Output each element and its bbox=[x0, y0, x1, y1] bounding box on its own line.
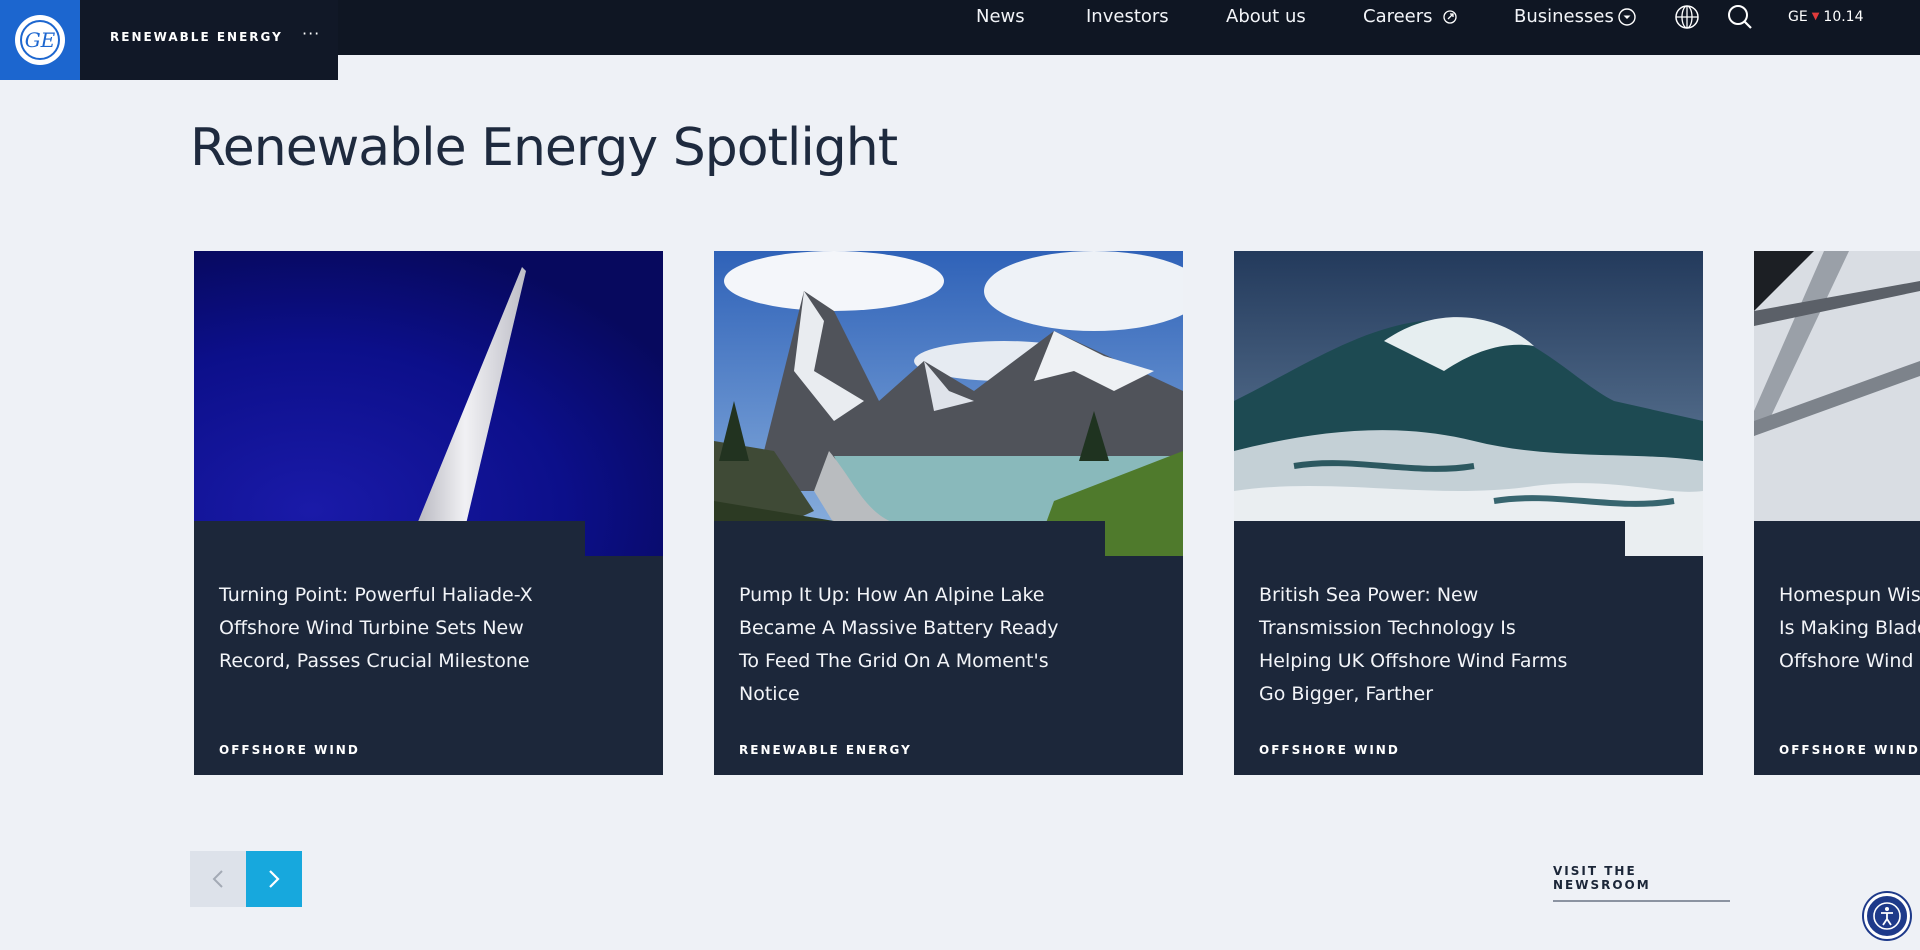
card-image-turbine bbox=[194, 251, 663, 556]
globe-icon[interactable] bbox=[1673, 3, 1701, 31]
nav-businesses-label: Businesses bbox=[1514, 6, 1614, 27]
card-title[interactable]: Pump It Up: How An Alpine Lake Became A … bbox=[739, 579, 1069, 711]
chevron-right-icon bbox=[267, 869, 281, 889]
carousel-next-button[interactable] bbox=[246, 851, 302, 907]
card-title[interactable]: Turning Point: Powerful Haliade-X Offsho… bbox=[219, 579, 549, 678]
brand-more-button[interactable]: ··· bbox=[302, 24, 320, 43]
nav-about-us[interactable]: About us bbox=[1226, 0, 1306, 33]
ticker-symbol: GE bbox=[1788, 8, 1808, 25]
article-card[interactable]: Pump It Up: How An Alpine Lake Became A … bbox=[714, 251, 1183, 775]
search-icon[interactable] bbox=[1726, 3, 1754, 31]
card-image-stormy-sea bbox=[1234, 251, 1703, 556]
article-card[interactable]: Homespun Wisdom: This Factory Is Making … bbox=[1754, 251, 1920, 775]
card-tag[interactable]: RENEWABLE ENERGY bbox=[739, 743, 912, 757]
visit-newsroom-link[interactable]: VISIT THE NEWSROOM bbox=[1553, 864, 1730, 902]
article-card[interactable]: British Sea Power: New Transmission Tech… bbox=[1234, 251, 1703, 775]
ticker-value: 10.14 bbox=[1823, 8, 1864, 25]
brand-name[interactable]: RENEWABLE ENERGY bbox=[110, 30, 283, 44]
nav-investors[interactable]: Investors bbox=[1086, 0, 1169, 33]
chevron-left-icon bbox=[211, 869, 225, 889]
ticker-down-icon: ▼ bbox=[1811, 11, 1820, 22]
card-tag[interactable]: OFFSHORE WIND bbox=[1779, 743, 1920, 757]
accessibility-icon[interactable] bbox=[1864, 893, 1910, 939]
ge-logo-icon: GE bbox=[15, 15, 65, 65]
stock-ticker[interactable]: GE ▼ 10.14 bbox=[1788, 0, 1864, 33]
carousel-prev-button[interactable] bbox=[190, 851, 246, 907]
svg-text:GE: GE bbox=[25, 28, 56, 52]
card-title[interactable]: British Sea Power: New Transmission Tech… bbox=[1259, 579, 1589, 711]
nav-careers[interactable]: Careers bbox=[1363, 0, 1457, 33]
card-panel bbox=[714, 521, 1105, 557]
ge-logo[interactable]: GE bbox=[0, 0, 80, 80]
article-card[interactable]: Turning Point: Powerful Haliade-X Offsho… bbox=[194, 251, 663, 775]
nav-careers-label: Careers bbox=[1363, 6, 1433, 27]
card-tag[interactable]: OFFSHORE WIND bbox=[219, 743, 360, 757]
nav-news[interactable]: News bbox=[976, 0, 1025, 33]
card-title[interactable]: Homespun Wisdom: This Factory Is Making … bbox=[1779, 579, 1920, 678]
chevron-down-circle-icon bbox=[1618, 7, 1636, 26]
brand-block: GE RENEWABLE ENERGY ··· bbox=[0, 0, 338, 80]
card-panel bbox=[1754, 521, 1920, 557]
external-link-icon bbox=[1442, 9, 1457, 24]
card-image-blade-structure bbox=[1754, 251, 1920, 556]
card-image-alpine-lake bbox=[714, 251, 1183, 556]
nav-businesses[interactable]: Businesses bbox=[1514, 0, 1636, 33]
card-panel bbox=[1234, 521, 1625, 557]
card-panel bbox=[194, 521, 585, 557]
page-title: Renewable Energy Spotlight bbox=[190, 118, 898, 178]
card-tag[interactable]: OFFSHORE WIND bbox=[1259, 743, 1400, 757]
